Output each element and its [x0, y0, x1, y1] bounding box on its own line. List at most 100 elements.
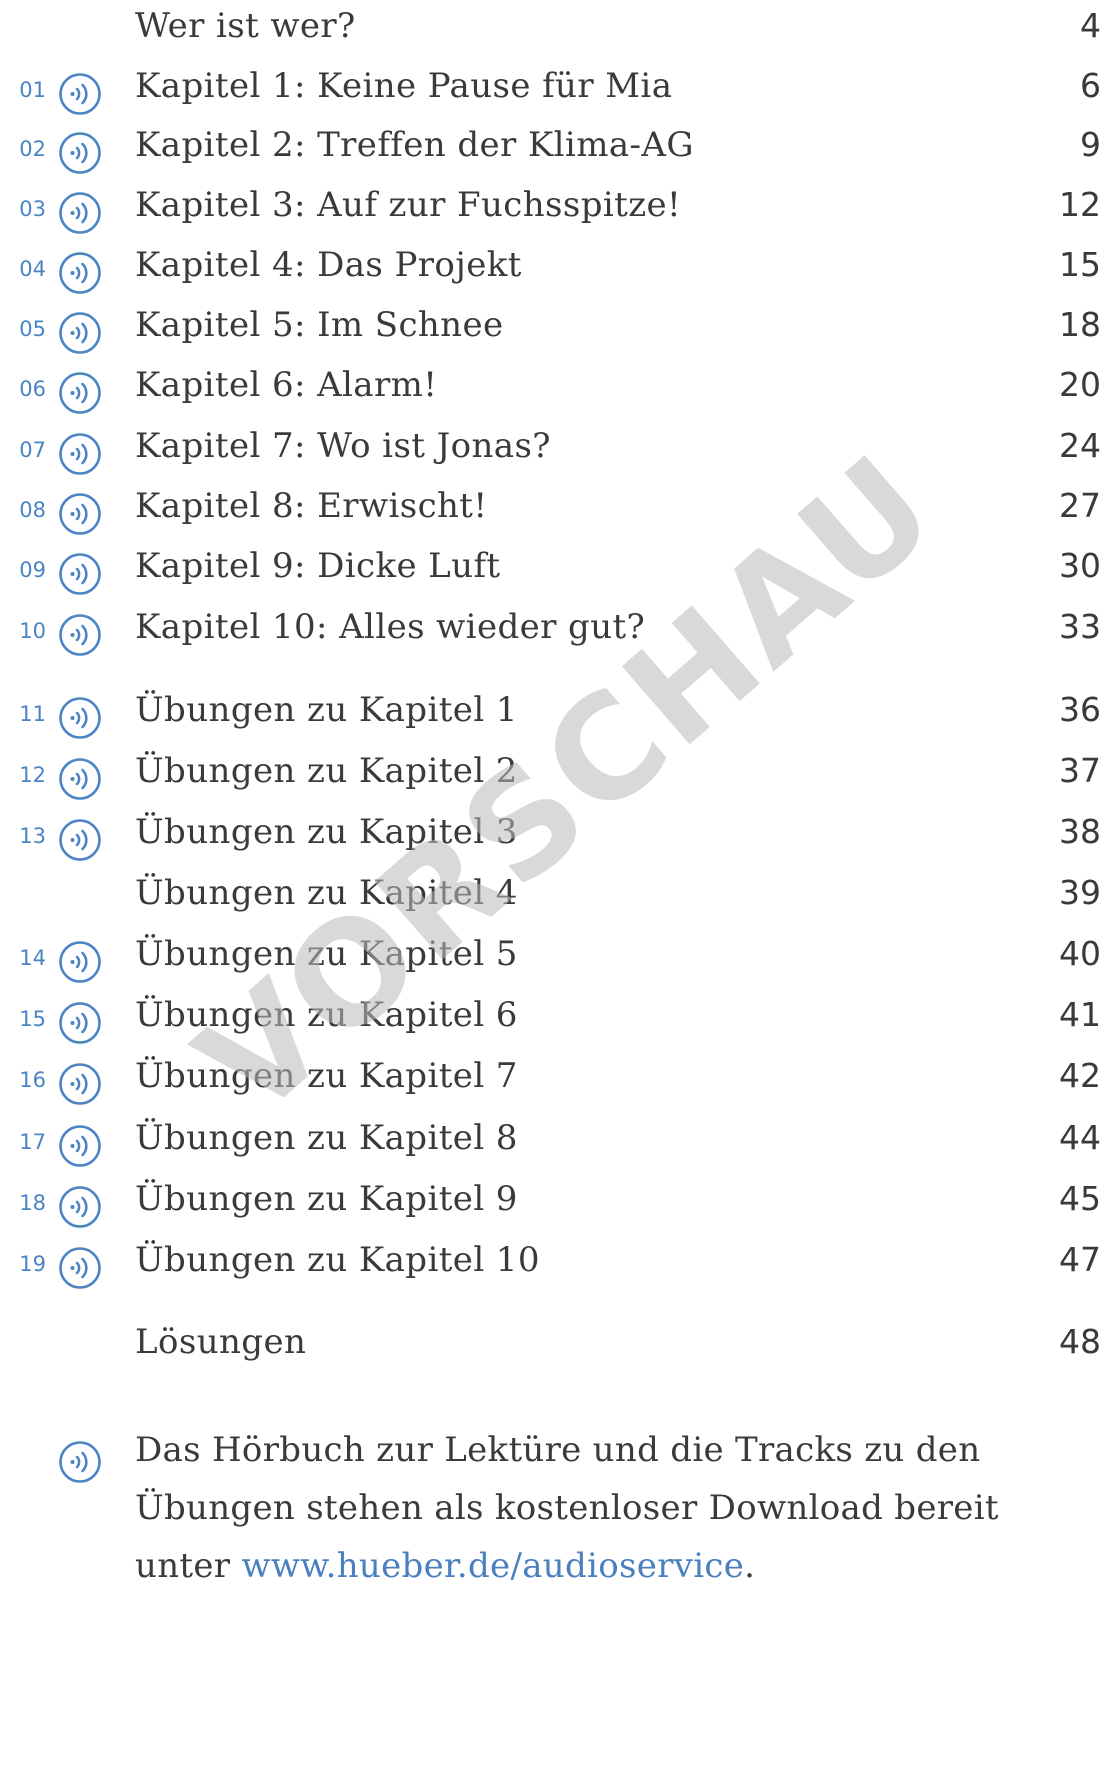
toc-entry[interactable]: 15 Übungen zu Kapitel 6 41 [0, 989, 1116, 1049]
audioservice-link[interactable]: www.hueber.de/audioservice [241, 1546, 744, 1586]
audio-icon[interactable] [58, 131, 102, 175]
audio-icon[interactable] [58, 613, 102, 657]
track-number: 07 [19, 438, 46, 462]
track-number: 04 [19, 257, 46, 281]
audio-icon[interactable] [58, 696, 102, 740]
audio-icon[interactable] [58, 251, 102, 295]
audio-icon[interactable] [58, 1001, 102, 1045]
track-number: 08 [19, 498, 46, 522]
audio-icon[interactable] [58, 940, 102, 984]
note-line-2: Übungen stehen als kostenloser Download … [135, 1488, 999, 1528]
track-number: 14 [19, 946, 46, 970]
toc-title: Kapitel 2: Treffen der Klima-AG [135, 125, 694, 165]
note-line-3-suffix: . [744, 1546, 756, 1586]
toc-entry[interactable]: 09 Kapitel 9: Dicke Luft 30 [0, 540, 1116, 600]
track-number: 03 [19, 197, 46, 221]
toc-title: Kapitel 10: Alles wieder gut? [135, 607, 646, 647]
page-number: 41 [1059, 995, 1101, 1034]
toc-title: Kapitel 9: Dicke Luft [135, 546, 501, 586]
toc-entry[interactable]: Übungen zu Kapitel 4 39 [0, 867, 1116, 927]
toc-entry[interactable]: 01 Kapitel 1: Keine Pause für Mia 6 [0, 60, 1116, 120]
toc-title: Kapitel 3: Auf zur Fuchsspitze! [135, 185, 682, 225]
toc-entry[interactable]: 07 Kapitel 7: Wo ist Jonas? 24 [0, 420, 1116, 480]
toc-title: Wer ist wer? [135, 6, 356, 46]
page-number: 40 [1059, 934, 1101, 973]
toc-title: Übungen zu Kapitel 5 [135, 934, 518, 974]
toc-entry[interactable]: 02 Kapitel 2: Treffen der Klima-AG 9 [0, 119, 1116, 179]
toc-entry[interactable]: 12 Übungen zu Kapitel 2 37 [0, 745, 1116, 805]
audio-icon[interactable] [58, 1124, 102, 1168]
toc-entry[interactable]: 10 Kapitel 10: Alles wieder gut? 33 [0, 601, 1116, 661]
page-number: 12 [1059, 185, 1101, 224]
toc-entry[interactable]: 18 Übungen zu Kapitel 9 45 [0, 1173, 1116, 1233]
page-number: 38 [1059, 812, 1101, 851]
audio-icon[interactable] [58, 191, 102, 235]
track-number: 11 [19, 702, 46, 726]
page-number: 30 [1059, 546, 1101, 585]
page-number: 33 [1059, 607, 1101, 646]
page-number: 44 [1059, 1118, 1101, 1157]
track-number: 13 [19, 824, 46, 848]
audio-icon[interactable] [58, 72, 102, 116]
audio-icon[interactable] [58, 311, 102, 355]
toc-title: Übungen zu Kapitel 4 [135, 873, 518, 913]
toc-title: Übungen zu Kapitel 9 [135, 1179, 518, 1219]
toc-entry[interactable]: 17 Übungen zu Kapitel 8 44 [0, 1112, 1116, 1172]
toc-title: Übungen zu Kapitel 7 [135, 1056, 518, 1096]
page-number: 37 [1059, 751, 1101, 790]
toc-title: Übungen zu Kapitel 6 [135, 995, 518, 1035]
toc-title: Kapitel 6: Alarm! [135, 365, 438, 405]
audio-icon[interactable] [58, 1185, 102, 1229]
toc-entry[interactable]: Lösungen 48 [0, 1316, 1116, 1376]
track-number: 19 [19, 1252, 46, 1276]
note-line-3-prefix: unter [135, 1546, 242, 1586]
page-number: 45 [1059, 1179, 1101, 1218]
page-number: 27 [1059, 486, 1101, 525]
toc-entry[interactable]: Wer ist wer? 4 [0, 0, 1116, 60]
toc-entry[interactable]: 19 Übungen zu Kapitel 10 47 [0, 1234, 1116, 1294]
toc-title: Übungen zu Kapitel 10 [135, 1240, 540, 1280]
track-number: 02 [19, 137, 46, 161]
download-note: Das Hörbuch zur Lektüre und die Tracks z… [0, 1430, 1116, 1773]
audio-icon[interactable] [58, 432, 102, 476]
track-number: 01 [19, 78, 46, 102]
page-number: 42 [1059, 1056, 1101, 1095]
toc-title: Kapitel 7: Wo ist Jonas? [135, 426, 551, 466]
page-number: 6 [1080, 66, 1101, 105]
toc-entry[interactable]: 05 Kapitel 5: Im Schnee 18 [0, 299, 1116, 359]
audio-icon[interactable] [58, 492, 102, 536]
toc-title: Kapitel 1: Keine Pause für Mia [135, 66, 673, 106]
toc-title: Lösungen [135, 1322, 307, 1362]
page-number: 15 [1059, 245, 1101, 284]
track-number: 06 [19, 377, 46, 401]
toc-title: Kapitel 5: Im Schnee [135, 305, 504, 345]
toc-entry[interactable]: 03 Kapitel 3: Auf zur Fuchsspitze! 12 [0, 179, 1116, 239]
track-number: 15 [19, 1007, 46, 1031]
toc-entry[interactable]: 16 Übungen zu Kapitel 7 42 [0, 1050, 1116, 1110]
audio-icon[interactable] [58, 818, 102, 862]
audio-icon[interactable] [58, 1246, 102, 1290]
audio-icon[interactable] [58, 371, 102, 415]
track-number: 05 [19, 317, 46, 341]
toc-entry[interactable]: 08 Kapitel 8: Erwischt! 27 [0, 480, 1116, 540]
page-number: 18 [1059, 305, 1101, 344]
toc-entry[interactable]: 13 Übungen zu Kapitel 3 38 [0, 806, 1116, 866]
toc-title: Kapitel 4: Das Projekt [135, 245, 522, 285]
toc-entry[interactable]: 11 Übungen zu Kapitel 1 36 [0, 684, 1116, 744]
page-number: 47 [1059, 1240, 1101, 1279]
audio-icon[interactable] [58, 552, 102, 596]
toc-title: Übungen zu Kapitel 2 [135, 751, 518, 791]
toc-entry[interactable]: 04 Kapitel 4: Das Projekt 15 [0, 239, 1116, 299]
page-number: 9 [1080, 125, 1101, 164]
page-number: 39 [1059, 873, 1101, 912]
toc-entry[interactable]: 14 Übungen zu Kapitel 5 40 [0, 928, 1116, 988]
track-number: 10 [19, 619, 46, 643]
audio-icon[interactable] [58, 757, 102, 801]
track-number: 18 [19, 1191, 46, 1215]
page-number: 36 [1059, 690, 1101, 729]
toc-entry[interactable]: 06 Kapitel 6: Alarm! 20 [0, 359, 1116, 419]
track-number: 17 [19, 1130, 46, 1154]
page-number: 20 [1059, 365, 1101, 404]
audio-icon[interactable] [58, 1062, 102, 1106]
track-number: 12 [19, 763, 46, 787]
